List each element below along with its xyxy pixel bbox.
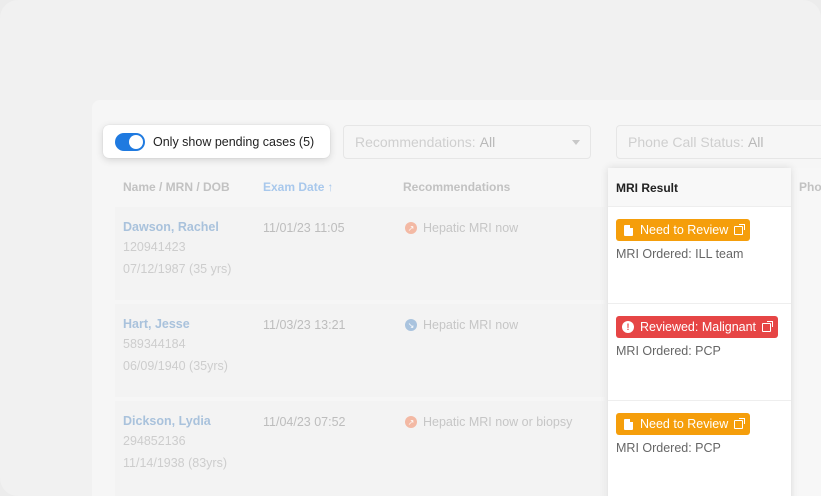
recommendations-filter-label: Recommendations: (355, 134, 476, 150)
patient-name[interactable]: Dickson, Lydia (123, 414, 211, 428)
mri-ordered-by: MRI Ordered: PCP (616, 441, 721, 455)
recommendations-filter-value: All (479, 134, 496, 150)
mri-result-cell: Need to Review MRI Ordered: ILL team (608, 207, 791, 304)
phone-status-filter-value: All (747, 134, 764, 150)
recommendations-filter[interactable]: Recommendations: All (343, 125, 591, 159)
phone-column: Pho (792, 168, 821, 496)
recommendation-text: Hepatic MRI now (423, 221, 519, 235)
phone-call-status-filter[interactable]: Phone Call Status: All (616, 125, 821, 159)
recommendation: ↗ Hepatic MRI now (405, 221, 518, 235)
document-icon (622, 224, 634, 236)
arrow-up-right-icon: ↗ (405, 416, 417, 428)
patient-dob: 07/12/1987 (35 yrs) (123, 262, 232, 276)
recommendation: ↘ Hepatic MRI now (405, 318, 518, 332)
mri-ordered-by: MRI Ordered: PCP (616, 344, 721, 358)
arrow-down-right-icon: ↘ (405, 319, 417, 331)
pending-cases-toggle[interactable]: Only show pending cases (5) (103, 125, 330, 158)
exam-date: 11/03/23 13:21 (263, 318, 346, 332)
arrow-up-right-icon: ↗ (405, 222, 417, 234)
mri-status-label: Need to Review (640, 417, 729, 431)
column-header-mri-result[interactable]: MRI Result (608, 168, 791, 207)
mri-result-column: MRI Result Need to Review MRI Ordered: I… (608, 168, 791, 496)
external-link-icon (762, 320, 774, 332)
chevron-down-icon (572, 140, 580, 145)
recommendation-text: Hepatic MRI now or biopsy (423, 415, 573, 429)
mri-result-cell: Need to Review MRI Ordered: PCP (608, 401, 791, 496)
mri-status-badge[interactable]: Need to Review (616, 219, 751, 241)
alert-icon: ! (622, 321, 634, 333)
patient-dob: 11/14/1938 (83yrs) (123, 456, 227, 470)
exam-date: 11/01/23 11:05 (263, 221, 345, 235)
exam-date-header-label: Exam Date (263, 180, 325, 194)
patient-dob: 06/09/1940 (35yrs) (123, 359, 228, 373)
exam-date: 11/04/23 07:52 (263, 415, 346, 429)
mri-ordered-by: MRI Ordered: ILL team (616, 247, 744, 261)
sort-ascending-icon: ↑ (327, 180, 334, 194)
recommendation-text: Hepatic MRI now (423, 318, 519, 332)
mri-status-badge[interactable]: Need to Review (616, 413, 751, 435)
column-header-phone[interactable]: Pho (799, 180, 821, 194)
patient-mrn: 589344184 (123, 337, 186, 351)
patient-name[interactable]: Dawson, Rachel (123, 220, 219, 234)
toggle-label: Only show pending cases (5) (153, 134, 315, 149)
patient-mrn: 294852136 (123, 434, 186, 448)
column-header-exam-date[interactable]: Exam Date ↑ (263, 180, 333, 194)
mri-status-label: Need to Review (640, 223, 729, 237)
column-header-recommendations[interactable]: Recommendations (403, 180, 510, 194)
external-link-icon (734, 417, 746, 429)
phone-status-filter-label: Phone Call Status: (628, 134, 744, 150)
mri-result-cell: ! Reviewed: Malignant MRI Ordered: PCP (608, 304, 791, 401)
patient-mrn: 120941423 (123, 240, 186, 254)
mri-status-badge[interactable]: ! Reviewed: Malignant (616, 316, 779, 338)
toggle-switch[interactable] (115, 132, 145, 151)
recommendation: ↗ Hepatic MRI now or biopsy (405, 415, 572, 429)
patient-name[interactable]: Hart, Jesse (123, 317, 190, 331)
column-header-name[interactable]: Name / MRN / DOB (123, 180, 230, 194)
document-icon (622, 418, 634, 430)
mri-status-label: Reviewed: Malignant (640, 320, 757, 334)
external-link-icon (734, 223, 746, 235)
